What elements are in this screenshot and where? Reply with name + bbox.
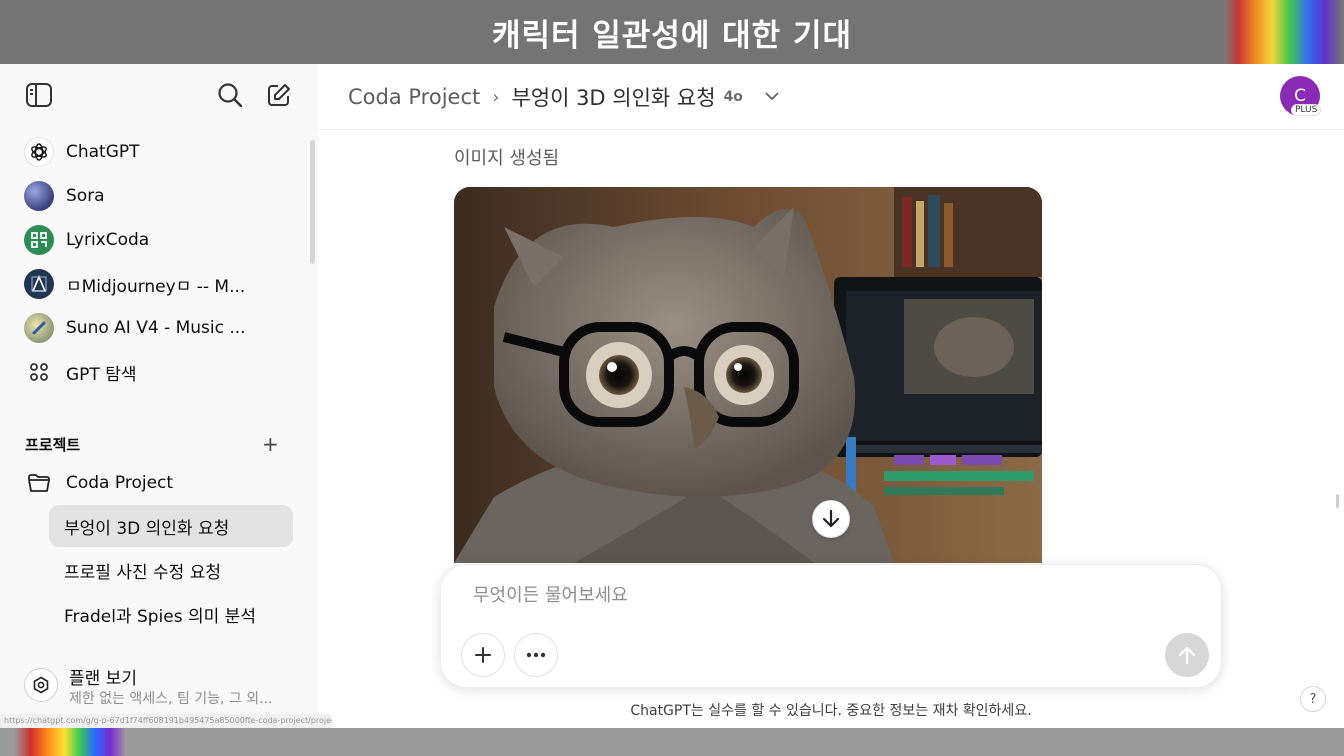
sidebar-toggle-button[interactable]	[21, 77, 57, 113]
search-icon	[218, 83, 243, 108]
folder-icon	[24, 468, 54, 498]
help-button[interactable]: ?	[1300, 686, 1326, 712]
search-button[interactable]	[212, 77, 248, 113]
chat-item-profile-photo[interactable]: 프로필 사진 수정 요청	[49, 549, 293, 591]
plan-badge: PLUS	[1291, 104, 1322, 116]
more-icon	[526, 652, 546, 658]
scroll-down-button[interactable]	[812, 500, 850, 538]
chevron-down-icon[interactable]	[765, 89, 779, 105]
sidebar-item-sora[interactable]: Sora	[14, 176, 304, 216]
message-input[interactable]	[473, 585, 1133, 606]
breadcrumb: Coda Project › 부엉이 3D 의인화 요청 4o	[348, 82, 779, 112]
plan-subtitle: 제한 없는 액세스, 팀 기능, 그 외...	[69, 691, 273, 707]
sidebar-item-lyrixcoda[interactable]: LyrixCoda	[14, 220, 304, 260]
sidebar-item-label: LyrixCoda	[66, 230, 150, 250]
add-attachment-button[interactable]	[461, 633, 505, 677]
owl-image-illustration	[454, 187, 1042, 563]
sidebar-item-label: Coda Project	[66, 473, 174, 493]
caption-banner: 캐릭터 일관성에 대한 기대	[0, 0, 1344, 64]
sidebar: ChatGPT Sora LyrixCoda ㅁMidjourneyㅁ -- M…	[0, 64, 332, 728]
sidebar-item-label: Suno AI V4 - Music ...	[66, 318, 246, 338]
breadcrumb-project-link[interactable]: Coda Project	[348, 85, 480, 109]
plan-title: 플랜 보기	[69, 669, 137, 689]
midjourney-icon	[24, 269, 54, 299]
lyrixcoda-icon	[24, 225, 54, 255]
view-plans-button[interactable]: 플랜 보기 제한 없는 액세스, 팀 기능, 그 외...	[24, 662, 314, 712]
chat-item-owl-3d[interactable]: 부엉이 3D 의인화 요청	[49, 505, 293, 547]
arrow-down-icon	[822, 509, 840, 528]
sidebar-item-label: GPT 탐색	[66, 364, 137, 385]
main-scrollbar[interactable]	[1336, 494, 1339, 508]
model-badge[interactable]: 4o	[724, 89, 743, 105]
app-window: ChatGPT Sora LyrixCoda ㅁMidjourneyㅁ -- M…	[0, 64, 1344, 728]
sora-icon	[24, 181, 54, 211]
sidebar-item-explore-gpts[interactable]: GPT 탐색	[14, 352, 304, 392]
arrow-up-icon	[1178, 646, 1196, 665]
chat-title: 부엉이 3D 의인화 요청	[511, 86, 716, 110]
bottom-strip	[0, 728, 1344, 756]
chat-header: Coda Project › 부엉이 3D 의인화 요청 4o C PLUS	[318, 64, 1344, 130]
projects-section-title: 프로젝트	[25, 436, 81, 454]
tools-menu-button[interactable]	[514, 633, 558, 677]
image-generated-label: 이미지 생성됨	[454, 148, 560, 169]
sidebar-item-chatgpt[interactable]: ChatGPT	[14, 132, 304, 172]
link-preview-url: https://chatgpt.com/g/g-p-67d1f74ff60819…	[0, 714, 332, 728]
rainbow-decoration-bottom	[14, 728, 126, 756]
chat-item-fradel-spies[interactable]: Fradel과 Spies 의미 분석	[49, 593, 293, 635]
chat-main: 이미지 생성됨 무엇이든 물어보세요 ChatGPT는 실수를 할 수 있습니다…	[318, 130, 1344, 728]
sidebar-item-label: Sora	[66, 186, 105, 206]
plus-icon	[475, 647, 491, 663]
sidebar-item-label: ChatGPT	[66, 142, 140, 162]
new-chat-icon	[268, 84, 290, 106]
add-project-button[interactable]: +	[262, 432, 279, 456]
chatgpt-logo-icon	[24, 137, 54, 167]
chevron-right-icon: ›	[492, 86, 500, 108]
rainbow-decoration	[1224, 0, 1344, 64]
new-chat-button[interactable]	[261, 77, 297, 113]
message-composer	[440, 564, 1222, 688]
sidebar-item-suno[interactable]: Suno AI V4 - Music ...	[14, 308, 304, 348]
send-button[interactable]	[1165, 633, 1209, 677]
sidebar-item-midjourney[interactable]: ㅁMidjourneyㅁ -- M...	[14, 264, 304, 304]
sidebar-scrollbar[interactable]	[310, 140, 315, 264]
sidebar-item-label: ㅁMidjourneyㅁ -- M...	[66, 276, 246, 297]
grid-icon	[24, 357, 54, 387]
banner-title: 캐릭터 일관성에 대한 기대	[491, 17, 853, 54]
sidebar-item-coda-project[interactable]: Coda Project	[14, 463, 304, 503]
disclaimer-text: ChatGPT는 실수를 할 수 있습니다. 중요한 정보는 재차 확인하세요.	[630, 703, 1032, 719]
suno-icon	[24, 313, 54, 343]
plan-icon	[24, 668, 58, 702]
sidebar-toggle-icon	[26, 83, 52, 107]
generated-image[interactable]	[454, 187, 1042, 563]
